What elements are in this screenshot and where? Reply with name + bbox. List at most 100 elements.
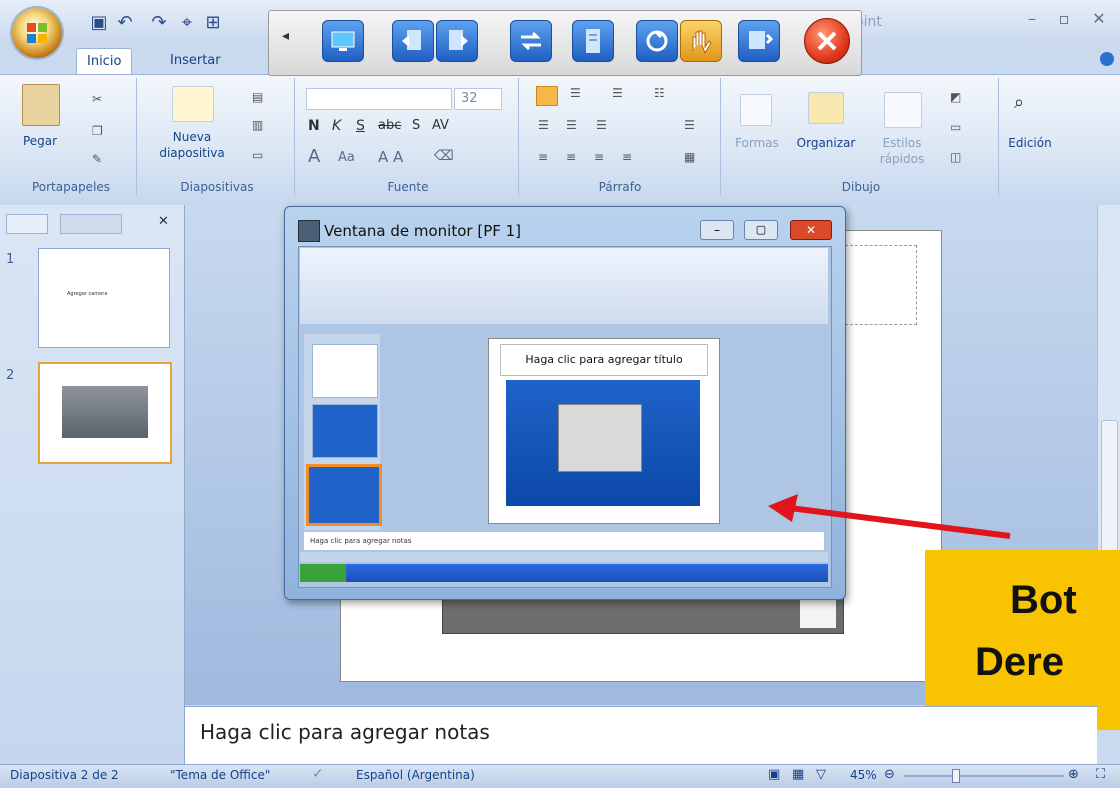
line-spacing-icon[interactable]: ☰ [612, 86, 623, 100]
numbering-icon[interactable]: ☰ [570, 86, 581, 100]
quick-access-layout-icon[interactable]: ⊞ [202, 12, 224, 34]
new-slide-icon[interactable] [172, 86, 214, 122]
refresh-icon[interactable] [636, 20, 678, 62]
hand-icon[interactable] [680, 20, 722, 62]
tab-inicio[interactable]: Inicio [76, 48, 133, 75]
shape-fill-icon[interactable]: ◩ [950, 90, 961, 104]
help-icon[interactable] [1100, 52, 1114, 66]
underline-icon[interactable]: S [356, 118, 365, 134]
zoom-slider[interactable] [904, 775, 1064, 777]
shape-outline-icon[interactable]: ▭ [950, 120, 961, 134]
save-icon[interactable]: ▣ [88, 12, 110, 34]
binoculars-icon[interactable]: ⌕ [1014, 92, 1024, 113]
office-button[interactable] [12, 8, 62, 58]
shape-effects-icon[interactable]: ◫ [950, 150, 961, 164]
fit-to-window-icon[interactable]: ⛶ [1096, 767, 1105, 782]
slide-sorter-icon[interactable]: ▦ [792, 767, 804, 782]
layout-icon[interactable]: ▤ [252, 90, 263, 104]
toolbar-grip-icon[interactable]: ◂ [282, 28, 294, 54]
quick-styles-icon[interactable] [884, 92, 922, 128]
shadow-icon[interactable]: S [412, 118, 420, 133]
decrease-indent-icon[interactable]: ☰ [538, 118, 549, 132]
new-slide-button-line2[interactable]: diapositiva [152, 146, 232, 160]
italic-icon[interactable]: K [332, 118, 341, 134]
format-painter-icon[interactable]: ✎ [92, 152, 102, 166]
slides-list-icon[interactable] [738, 20, 780, 62]
font-size-input[interactable]: 32 [454, 88, 502, 110]
align-text-icon[interactable]: ☰ [684, 118, 695, 132]
text-direction-icon[interactable]: ☰ [596, 118, 607, 132]
arrange-button[interactable]: Organizar [790, 136, 862, 150]
group-dibujo: Formas Organizar Estilos rápidos ◩ ▭ ◫ D… [724, 78, 999, 196]
strikethrough-icon[interactable]: abc [378, 118, 401, 133]
zoom-in-icon[interactable]: ⊕ [1068, 767, 1079, 782]
change-case-icon[interactable]: Aa [338, 150, 355, 165]
language[interactable]: Español (Argentina) [356, 768, 475, 782]
smartart-icon[interactable]: ▦ [684, 150, 695, 164]
clear-format-icon[interactable]: ⌫ [434, 148, 454, 164]
undo-icon[interactable]: ↶ [114, 12, 136, 34]
next-slide-icon[interactable] [436, 20, 478, 62]
slide-counter: Diapositiva 2 de 2 [10, 768, 119, 782]
new-slide-button-line1[interactable]: Nueva [152, 130, 232, 144]
group-diapositivas: Nueva diapositiva ▤ ▥ ▭ Diapositivas [140, 78, 295, 196]
close-pane-icon[interactable]: ✕ [158, 214, 169, 229]
presenter-options [800, 598, 836, 628]
prev-slide-icon[interactable] [392, 20, 434, 62]
editing-button[interactable]: Edición [1000, 136, 1060, 150]
reset-icon[interactable]: ▥ [252, 118, 263, 132]
paste-button[interactable]: Pegar [14, 134, 66, 148]
bold-icon[interactable]: N [308, 118, 320, 134]
justify-icon[interactable]: ≡ [622, 150, 632, 164]
paste-icon[interactable] [22, 84, 60, 126]
restore-button[interactable]: ▫ [1050, 8, 1078, 30]
copy-icon[interactable]: ❐ [92, 124, 103, 138]
preview-notes: Haga clic para agregar notas [304, 532, 824, 550]
shapes-button[interactable]: Formas [730, 136, 784, 150]
group-label: Portapapeles [31, 180, 111, 194]
monitor-maximize-button[interactable]: ▢ [744, 220, 778, 240]
zoom-out-icon[interactable]: ⊖ [884, 767, 895, 782]
zoom-slider-thumb[interactable] [952, 769, 960, 783]
font-name-input[interactable] [306, 88, 452, 110]
arrange-icon[interactable] [808, 92, 844, 124]
outline-tab[interactable] [60, 214, 122, 234]
document-icon[interactable] [572, 20, 614, 62]
slideshow-icon[interactable]: ▽ [816, 767, 826, 782]
increase-indent-icon[interactable]: ☰ [566, 118, 577, 132]
title-placeholder[interactable] [845, 245, 917, 325]
close-circle-icon[interactable] [804, 18, 850, 64]
quick-styles-line2[interactable]: rápidos [870, 152, 934, 166]
slide-thumbnail-2[interactable] [38, 362, 172, 464]
monitor-minimize-button[interactable]: – [700, 220, 734, 240]
normal-view-icon[interactable]: ▣ [768, 767, 780, 782]
spacing-icon[interactable]: AV [432, 118, 449, 133]
switch-icon[interactable] [510, 20, 552, 62]
slides-tab[interactable] [6, 214, 48, 234]
redo-icon[interactable]: ↷ [148, 12, 170, 34]
columns-icon[interactable]: ☷ [654, 86, 665, 100]
close-button[interactable]: ✕ [1085, 8, 1113, 30]
cut-icon[interactable]: ✂ [92, 92, 102, 106]
monitor-window-title: Ventana de monitor [PF 1] [324, 222, 522, 240]
monitor-close-button[interactable]: ✕ [790, 220, 832, 240]
bullets-icon[interactable] [536, 86, 558, 106]
scrollbar-thumb[interactable] [1101, 420, 1118, 562]
notes-placeholder[interactable]: Haga clic para agregar notas [200, 720, 490, 744]
group-parrafo: ☰ ☰ ☷ ☰ ☰ ☰ ☰ ≡ ≡ ≡ ≡ ▦ Párrafo [520, 78, 721, 196]
quick-styles-line1[interactable]: Estilos [870, 136, 934, 150]
delete-slide-icon[interactable]: ▭ [252, 148, 263, 162]
zoom-level[interactable]: 45% [850, 768, 877, 782]
slide-thumbnail-1[interactable]: Agregar camera [38, 248, 170, 348]
spellcheck-icon[interactable]: ✓ [312, 766, 324, 782]
shapes-icon[interactable] [740, 94, 772, 126]
align-right-icon[interactable]: ≡ [594, 150, 604, 164]
monitor-icon[interactable] [322, 20, 364, 62]
quick-access-icon[interactable]: ⌖ [176, 12, 198, 34]
align-center-icon[interactable]: ≡ [566, 150, 576, 164]
align-left-icon[interactable]: ≡ [538, 150, 548, 164]
tab-insertar[interactable]: Insertar [160, 48, 231, 74]
minimize-button[interactable]: – [1018, 8, 1046, 30]
grow-font-icon[interactable]: A A [378, 148, 403, 166]
font-color-icon[interactable]: A [308, 146, 320, 167]
